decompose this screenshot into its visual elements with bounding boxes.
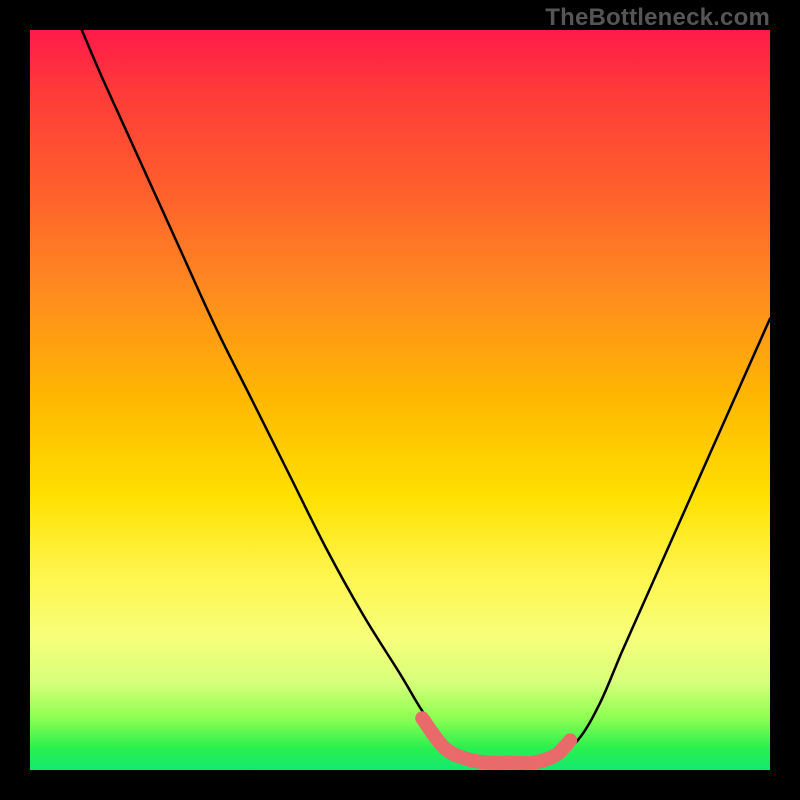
highlight-segment	[422, 718, 570, 763]
curve-group	[82, 30, 770, 763]
plot-area	[30, 30, 770, 770]
chart-frame: TheBottleneck.com	[0, 0, 800, 800]
watermark-text: TheBottleneck.com	[545, 4, 770, 32]
bottleneck-curve	[82, 30, 770, 763]
chart-svg	[30, 30, 770, 770]
